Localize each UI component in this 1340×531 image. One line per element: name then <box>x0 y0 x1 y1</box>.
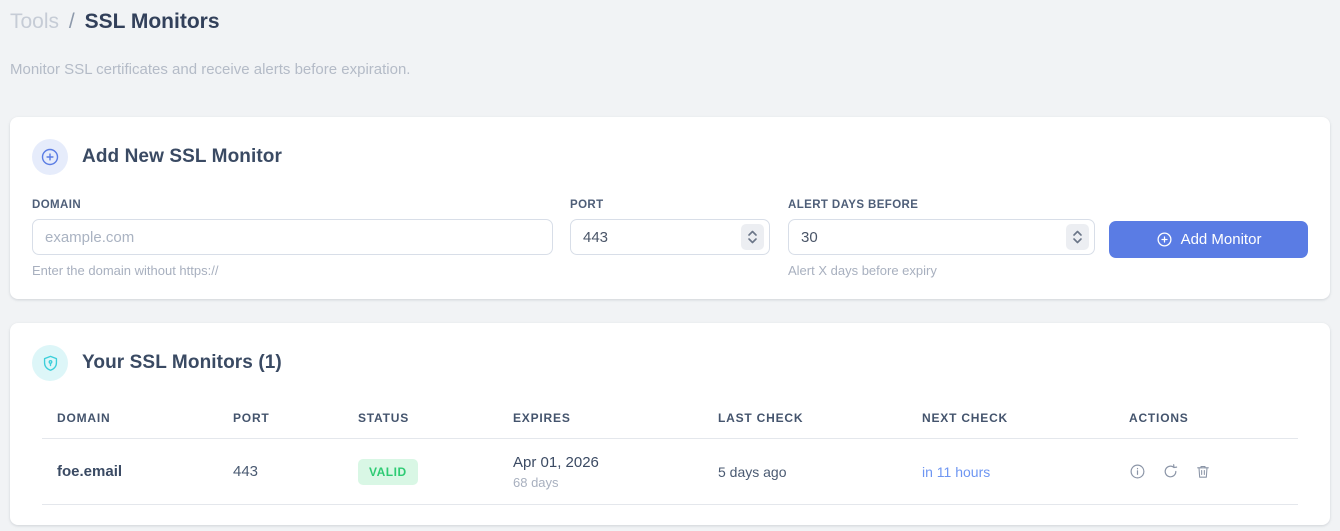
column-header-port: PORT <box>233 411 270 425</box>
breadcrumb: Tools / SSL Monitors <box>10 8 1330 36</box>
domain-help-text: Enter the domain without https:// <box>32 263 219 278</box>
column-header-status: STATUS <box>358 411 410 425</box>
add-card-title: Add New SSL Monitor <box>82 146 282 167</box>
page-subtitle: Monitor SSL certificates and receive ale… <box>10 61 411 78</box>
plus-circle-icon <box>1156 231 1173 248</box>
plus-circle-icon <box>32 139 68 175</box>
monitor-next-check: in 11 hours <box>922 463 991 480</box>
shield-icon <box>32 345 68 381</box>
alert-days-input[interactable] <box>788 219 1095 255</box>
domain-label: DOMAIN <box>32 199 82 211</box>
column-header-actions: ACTIONS <box>1129 411 1189 425</box>
column-header-domain: DOMAIN <box>57 411 111 425</box>
table-row: foe.email 443 VALID Apr 01, 2026 68 days… <box>42 439 1298 505</box>
monitor-last-check: 5 days ago <box>718 463 787 480</box>
monitor-status-cell: VALID <box>343 458 498 485</box>
table-header-row: DOMAIN PORT STATUS EXPIRES LAST CHECK NE… <box>42 411 1298 439</box>
add-card-header: Add New SSL Monitor <box>32 139 1308 175</box>
ssl-monitors-page: Tools / SSL Monitors Monitor SSL certifi… <box>0 0 1340 525</box>
domain-input[interactable] <box>32 219 553 255</box>
domain-field-group: DOMAIN Enter the domain without https:// <box>32 199 553 278</box>
monitor-actions-cell <box>1114 463 1298 480</box>
monitors-card-title: Your SSL Monitors (1) <box>82 352 282 373</box>
add-monitor-button-label: Add Monitor <box>1180 231 1262 248</box>
breadcrumb-tools-link[interactable]: Tools <box>10 10 59 33</box>
port-input[interactable] <box>570 219 770 255</box>
breadcrumb-separator: / <box>68 10 75 33</box>
monitor-domain: foe.email <box>57 463 123 480</box>
expires-date: Apr 01, 2026 <box>513 453 599 471</box>
column-header-next-check: NEXT CHECK <box>922 411 1009 425</box>
add-monitor-button[interactable]: Add Monitor <box>1109 221 1308 258</box>
info-icon[interactable] <box>1129 463 1146 480</box>
add-ssl-monitor-card: Add New SSL Monitor DOMAIN Enter the dom… <box>10 117 1330 299</box>
alert-days-help-text: Alert X days before expiry <box>788 263 937 278</box>
port-stepper[interactable] <box>741 224 764 250</box>
column-header-last-check: LAST CHECK <box>718 411 804 425</box>
status-badge: VALID <box>358 458 418 485</box>
page-title: SSL Monitors <box>84 10 220 33</box>
add-monitor-form: DOMAIN Enter the domain without https://… <box>32 199 1308 278</box>
alert-days-field-group: ALERT DAYS BEFORE Alert X days before ex… <box>788 199 1095 278</box>
monitor-port: 443 <box>233 463 259 480</box>
alert-days-stepper[interactable] <box>1066 224 1089 250</box>
port-field-group: PORT <box>570 199 770 278</box>
monitors-table: DOMAIN PORT STATUS EXPIRES LAST CHECK NE… <box>42 411 1298 505</box>
alert-days-label: ALERT DAYS BEFORE <box>788 199 919 211</box>
ssl-monitors-list-card: Your SSL Monitors (1) DOMAIN PORT STATUS… <box>10 323 1330 525</box>
trash-icon[interactable] <box>1195 463 1211 480</box>
refresh-icon[interactable] <box>1162 463 1179 480</box>
monitors-card-header: Your SSL Monitors (1) <box>10 345 1330 381</box>
column-header-expires: EXPIRES <box>513 411 571 425</box>
port-label: PORT <box>570 199 604 211</box>
expires-remaining: 68 days <box>513 474 559 490</box>
monitor-expires-cell: Apr 01, 2026 68 days <box>498 454 703 490</box>
